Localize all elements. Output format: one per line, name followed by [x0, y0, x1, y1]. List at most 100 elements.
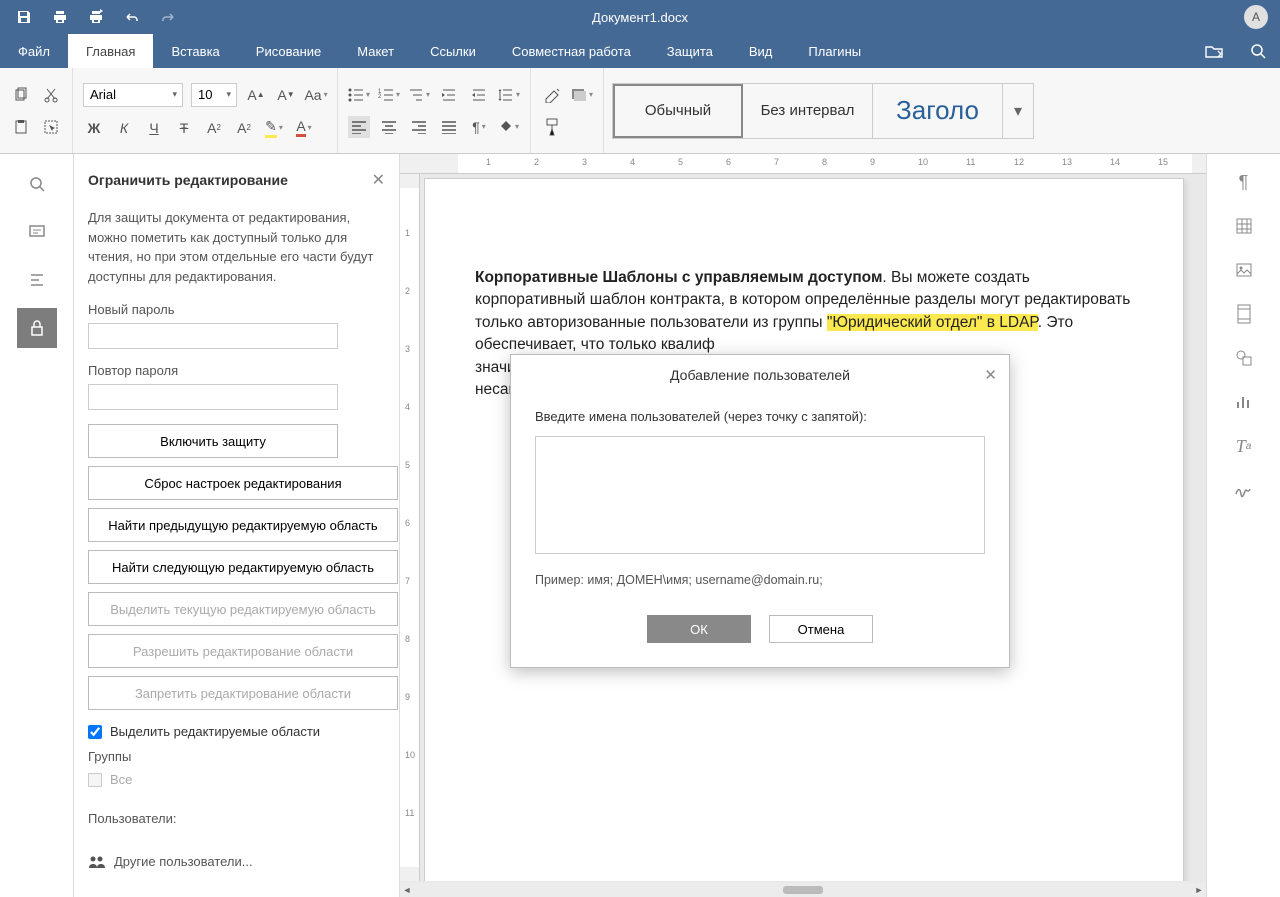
table-settings-icon[interactable] — [1230, 212, 1258, 240]
dialog-title: Добавление пользователей — [670, 367, 850, 383]
bullets-icon[interactable] — [348, 84, 370, 106]
highlight-icon[interactable]: ✎ — [263, 117, 285, 139]
increase-indent-icon[interactable] — [468, 84, 490, 106]
other-users-button[interactable]: Другие пользователи... — [88, 854, 385, 869]
repeat-password-input[interactable] — [88, 384, 338, 410]
select-current-region-button: Выделить текущую редактируемую область — [88, 592, 398, 626]
styles-dropdown-icon[interactable]: ▾ — [1003, 84, 1033, 138]
align-left-icon[interactable] — [348, 116, 370, 138]
header-footer-icon[interactable] — [1230, 300, 1258, 328]
users-textarea[interactable] — [535, 436, 985, 554]
italic-icon[interactable]: К — [113, 117, 135, 139]
highlight-regions-checkbox[interactable] — [88, 725, 102, 739]
menu-layout[interactable]: Макет — [339, 34, 412, 68]
print-icon[interactable] — [44, 1, 76, 33]
find-prev-region-button[interactable]: Найти предыдущую редактируемую область — [88, 508, 398, 542]
menu-insert[interactable]: Вставка — [153, 34, 237, 68]
menu-protection[interactable]: Защита — [649, 34, 731, 68]
titlebar: Документ1.docx A — [0, 0, 1280, 34]
dialog-ok-button[interactable]: ОК — [647, 615, 751, 643]
open-location-icon[interactable] — [1200, 35, 1228, 67]
decrease-font-icon[interactable]: A▼ — [275, 84, 297, 106]
chart-settings-icon[interactable] — [1230, 388, 1258, 416]
menu-file[interactable]: Файл — [0, 34, 68, 68]
dialog-close-icon[interactable]: ✕ — [984, 366, 997, 384]
add-users-dialog: Добавление пользователей ✕ Введите имена… — [510, 354, 1010, 668]
decrease-indent-icon[interactable] — [438, 84, 460, 106]
allow-region-button: Разрешить редактирование области — [88, 634, 398, 668]
style-normal[interactable]: Обычный — [613, 84, 743, 138]
users-icon — [88, 855, 106, 869]
highlight-regions-label: Выделить редактируемые области — [110, 724, 320, 739]
clear-formatting-icon[interactable] — [541, 84, 563, 106]
reset-settings-button[interactable]: Сброс настроек редактирования — [88, 466, 398, 500]
leftrail-search-icon[interactable] — [17, 164, 57, 204]
menu-references[interactable]: Ссылки — [412, 34, 494, 68]
change-case-icon[interactable]: Aa — [305, 84, 327, 106]
underline-icon[interactable]: Ч — [143, 117, 165, 139]
bold-icon[interactable]: Ж — [83, 117, 105, 139]
font-name-select[interactable]: Arial — [83, 83, 183, 107]
panel-close-icon[interactable]: ✕ — [372, 170, 385, 190]
cut-icon[interactable] — [40, 84, 62, 106]
deny-region-button: Запретить редактирование области — [88, 676, 398, 710]
menubar: Файл Главная Вставка Рисование Макет Ссы… — [0, 34, 1280, 68]
align-justify-icon[interactable] — [438, 116, 460, 138]
find-next-region-button[interactable]: Найти следующую редактируемую область — [88, 550, 398, 584]
leftrail-lock-icon[interactable] — [17, 308, 57, 348]
shading-icon[interactable] — [498, 116, 520, 138]
enable-protection-button[interactable]: Включить защиту — [88, 424, 338, 458]
subscript-icon[interactable]: A2 — [233, 117, 255, 139]
menu-collaboration[interactable]: Совместная работа — [494, 34, 649, 68]
strike-icon[interactable]: Ŧ — [173, 117, 195, 139]
menu-plugins[interactable]: Плагины — [790, 34, 879, 68]
document-title: Документ1.docx — [592, 10, 688, 25]
panel-title: Ограничить редактирование — [88, 172, 288, 188]
user-avatar[interactable]: A — [1244, 5, 1268, 29]
redo-icon[interactable] — [152, 1, 184, 33]
new-password-label: Новый пароль — [88, 302, 385, 317]
signature-settings-icon[interactable] — [1230, 476, 1258, 504]
style-nospacing[interactable]: Без интервал — [743, 84, 873, 138]
nonprinting-icon[interactable]: ¶ — [468, 116, 490, 138]
align-right-icon[interactable] — [408, 116, 430, 138]
right-rail: ¶ Ta — [1206, 154, 1280, 897]
undo-icon[interactable] — [116, 1, 148, 33]
menu-home[interactable]: Главная — [68, 34, 153, 68]
font-size-select[interactable]: 10 — [191, 83, 237, 107]
users-label: Пользователи: — [88, 811, 385, 826]
fill-color-icon[interactable] — [571, 84, 593, 106]
increase-font-icon[interactable]: A▲ — [245, 84, 267, 106]
leftrail-comments-icon[interactable] — [17, 212, 57, 252]
style-heading[interactable]: Заголо — [873, 84, 1003, 138]
quick-print-icon[interactable] — [80, 1, 112, 33]
horizontal-scrollbar[interactable]: ◄ ► — [400, 883, 1206, 897]
search-icon[interactable] — [1244, 35, 1272, 67]
svg-text:2: 2 — [378, 93, 382, 99]
format-painter-icon[interactable] — [541, 116, 563, 138]
superscript-icon[interactable]: A2 — [203, 117, 225, 139]
font-color-icon[interactable]: A — [293, 117, 315, 139]
select-all-icon[interactable] — [40, 116, 62, 138]
dialog-cancel-button[interactable]: Отмена — [769, 615, 873, 643]
leftrail-headings-icon[interactable] — [17, 260, 57, 300]
paste-icon[interactable] — [10, 116, 32, 138]
vertical-ruler[interactable]: 1234567891011 — [400, 174, 420, 881]
horizontal-ruler[interactable]: 123456789101112131415 — [400, 154, 1206, 174]
menu-view[interactable]: Вид — [731, 34, 791, 68]
styles-gallery: Обычный Без интервал Заголо ▾ — [612, 83, 1034, 139]
dialog-hint: Пример: имя; ДОМЕН\имя; username@domain.… — [535, 573, 985, 587]
paragraph-settings-icon[interactable]: ¶ — [1230, 168, 1258, 196]
line-spacing-icon[interactable] — [498, 84, 520, 106]
multilevel-icon[interactable] — [408, 84, 430, 106]
menu-draw[interactable]: Рисование — [238, 34, 339, 68]
image-settings-icon[interactable] — [1230, 256, 1258, 284]
copy-icon[interactable] — [10, 84, 32, 106]
shape-settings-icon[interactable] — [1230, 344, 1258, 372]
save-icon[interactable] — [8, 1, 40, 33]
group-all-checkbox — [88, 773, 102, 787]
align-center-icon[interactable] — [378, 116, 400, 138]
new-password-input[interactable] — [88, 323, 338, 349]
textart-settings-icon[interactable]: Ta — [1230, 432, 1258, 460]
numbering-icon[interactable]: 12 — [378, 84, 400, 106]
